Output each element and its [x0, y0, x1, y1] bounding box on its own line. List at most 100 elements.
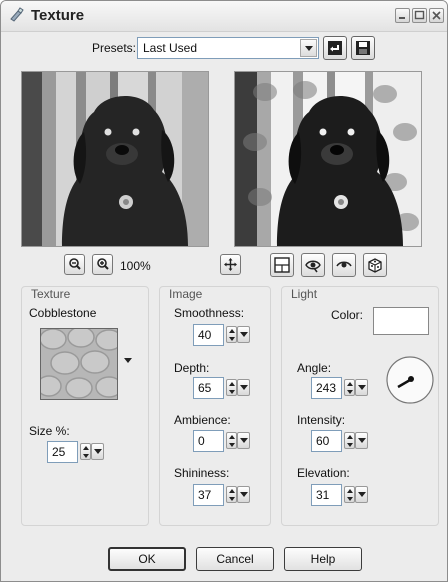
intensity-spinner[interactable]: 60 — [311, 430, 369, 452]
shininess-input[interactable]: 37 — [193, 484, 224, 506]
proof-button[interactable] — [301, 253, 325, 277]
size-input[interactable]: 25 — [47, 441, 78, 463]
reset-preset-button[interactable] — [323, 36, 347, 60]
updown-arrows-icon — [347, 382, 353, 394]
smoothness-label: Smoothness: — [174, 306, 245, 320]
presets-dropdown-arrow[interactable] — [300, 39, 317, 57]
elevation-label: Elevation: — [297, 466, 350, 480]
shininess-updown[interactable] — [226, 486, 237, 503]
presets-value: Last Used — [143, 41, 198, 55]
smoothness-dropdown[interactable] — [237, 326, 250, 343]
cobblestone-texture-swatch — [41, 329, 117, 399]
size-label: Size %: — [29, 424, 70, 438]
updown-arrows-icon — [229, 435, 235, 447]
size-updown[interactable] — [80, 443, 91, 460]
zoom-out-icon — [69, 258, 81, 270]
elevation-input[interactable]: 31 — [311, 484, 342, 506]
before-preview[interactable] — [21, 71, 209, 247]
minimize-button[interactable] — [395, 8, 410, 23]
chevron-down-icon — [305, 46, 313, 51]
updown-arrows-icon — [229, 489, 235, 501]
smoothness-updown[interactable] — [226, 326, 237, 343]
close-icon — [432, 11, 441, 20]
preview-layout-button[interactable] — [270, 253, 294, 277]
smoothness-spinner[interactable]: 40 — [193, 324, 251, 346]
chevron-down-icon — [240, 332, 248, 337]
depth-updown[interactable] — [226, 379, 237, 396]
chevron-down-icon — [240, 385, 248, 390]
minimize-icon — [399, 17, 405, 19]
ambience-dropdown[interactable] — [237, 432, 250, 449]
depth-dropdown[interactable] — [237, 379, 250, 396]
depth-input[interactable]: 65 — [193, 377, 224, 399]
dog-photo-after — [235, 72, 421, 246]
texture-swatch-picker[interactable] — [40, 328, 118, 400]
ambience-spinner[interactable]: 0 — [193, 430, 251, 452]
chevron-down-icon — [240, 438, 248, 443]
zoom-in-button[interactable] — [92, 254, 113, 275]
angle-label: Angle: — [297, 361, 332, 375]
size-value: 25 — [52, 445, 66, 459]
zoom-in-icon — [97, 258, 109, 270]
save-preset-button[interactable] — [351, 36, 375, 60]
ambience-updown[interactable] — [226, 432, 237, 449]
eye-proof-icon — [305, 260, 321, 273]
save-disk-icon — [356, 41, 370, 55]
updown-arrows-icon — [229, 382, 235, 394]
ok-button[interactable]: OK — [108, 547, 186, 571]
elevation-dropdown[interactable] — [355, 486, 368, 503]
intensity-dropdown[interactable] — [355, 432, 368, 449]
elevation-value: 31 — [316, 488, 330, 502]
smoothness-input[interactable]: 40 — [193, 324, 224, 346]
presets-label: Presets: — [92, 41, 137, 55]
close-button[interactable] — [429, 8, 444, 23]
smoothness-value: 40 — [198, 328, 212, 342]
texture-dropdown-arrow-icon[interactable] — [124, 358, 132, 363]
depth-label: Depth: — [174, 361, 210, 375]
shininess-dropdown[interactable] — [237, 486, 250, 503]
pan-button[interactable] — [220, 254, 241, 275]
zoom-level: 100% — [120, 259, 151, 273]
size-dropdown[interactable] — [91, 443, 104, 460]
zoom-out-button[interactable] — [64, 254, 85, 275]
angle-input[interactable]: 243 — [311, 377, 342, 399]
dog-photo-before — [22, 72, 208, 246]
presets-dropdown[interactable]: Last Used — [137, 37, 319, 59]
elevation-spinner[interactable]: 31 — [311, 484, 369, 506]
chevron-down-icon — [358, 385, 366, 390]
elevation-updown[interactable] — [344, 486, 355, 503]
texture-group-label: Texture — [29, 287, 73, 301]
shininess-spinner[interactable]: 37 — [193, 484, 251, 506]
ambience-input[interactable]: 0 — [193, 430, 224, 452]
chevron-down-icon — [240, 492, 248, 497]
chevron-down-icon — [358, 438, 366, 443]
reset-arrow-icon — [328, 41, 342, 55]
help-button[interactable]: Help — [284, 547, 362, 571]
depth-value: 65 — [198, 381, 212, 395]
intensity-updown[interactable] — [344, 432, 355, 449]
angle-value: 243 — [316, 381, 337, 395]
intensity-value: 60 — [316, 434, 330, 448]
updown-arrows-icon — [229, 329, 235, 341]
texture-dialog: Texture Presets: Last Used 100% Texture … — [0, 0, 448, 582]
size-spinner[interactable]: 25 — [47, 441, 105, 463]
shininess-label: Shininess: — [174, 466, 230, 480]
texture-group — [21, 286, 149, 526]
after-preview[interactable] — [234, 71, 422, 247]
title-bar[interactable]: Texture — [1, 1, 447, 32]
maximize-button[interactable] — [412, 8, 427, 23]
cancel-button[interactable]: Cancel — [196, 547, 274, 571]
depth-spinner[interactable]: 65 — [193, 377, 251, 399]
intensity-label: Intensity: — [297, 413, 346, 427]
light-color-swatch[interactable] — [373, 307, 429, 335]
randomize-button[interactable] — [363, 253, 387, 277]
angle-dial[interactable] — [385, 355, 435, 405]
chevron-down-icon — [94, 449, 102, 454]
updown-arrows-icon — [347, 435, 353, 447]
intensity-input[interactable]: 60 — [311, 430, 342, 452]
angle-dropdown[interactable] — [355, 379, 368, 396]
maximize-icon — [414, 10, 425, 20]
angle-updown[interactable] — [344, 379, 355, 396]
auto-proof-button[interactable] — [332, 253, 356, 277]
angle-spinner[interactable]: 243 — [311, 377, 369, 399]
